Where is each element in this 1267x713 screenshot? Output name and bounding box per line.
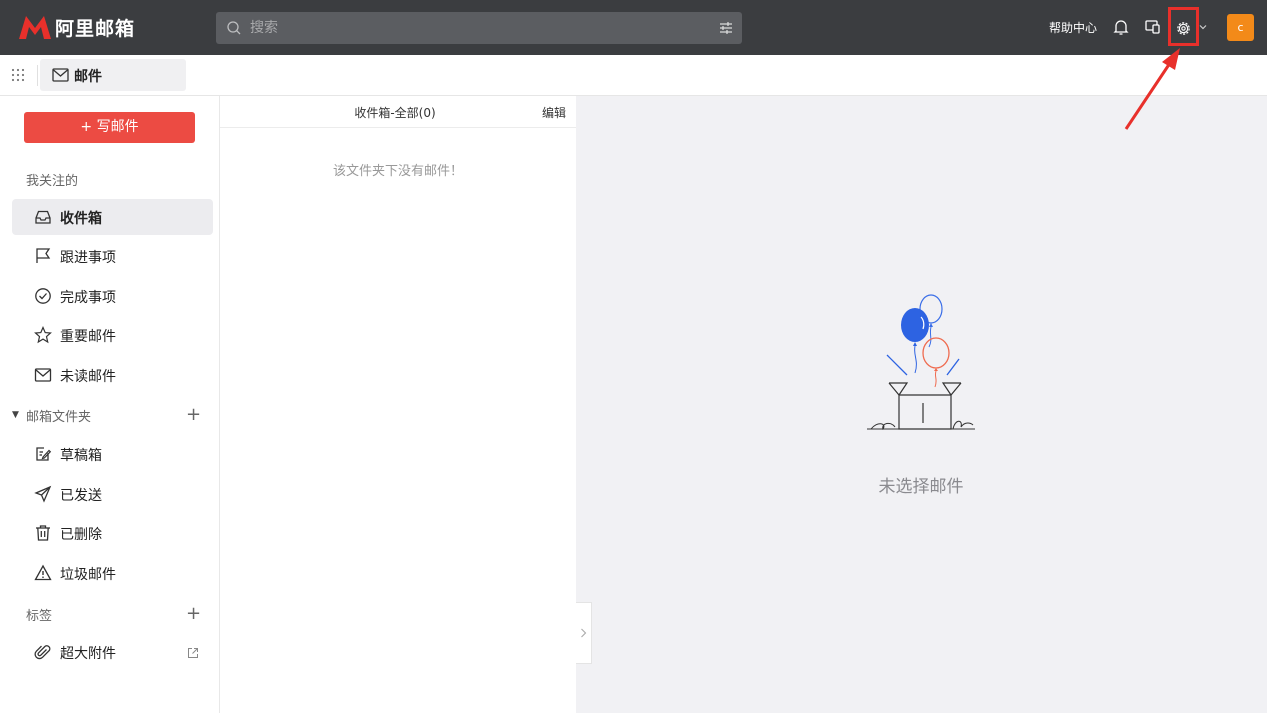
collapse-pane-button[interactable] — [576, 602, 592, 664]
sidebar-item-label: 草稿箱 — [60, 448, 102, 464]
send-icon — [34, 485, 52, 503]
tab-mail[interactable]: 邮件 — [40, 59, 186, 91]
caret-down-icon[interactable]: ▼ — [12, 410, 19, 420]
sidebar-item-large-attachment[interactable]: 超大附件 — [12, 634, 213, 670]
empty-folder-message: 该文件夹下没有邮件！ — [332, 164, 463, 179]
brand-name: 阿里邮箱 — [55, 17, 136, 40]
sidebar-item-label: 重要邮件 — [60, 329, 116, 345]
favorites-section-title: 我关注的 — [26, 174, 79, 189]
trash-icon — [36, 525, 50, 541]
sidebar-item-label: 跟进事项 — [60, 250, 116, 266]
warning-icon — [34, 564, 52, 581]
external-link-icon — [188, 648, 198, 658]
paperclip-icon — [34, 645, 51, 660]
device-icon[interactable] — [1144, 18, 1162, 36]
check-circle-icon — [35, 288, 51, 304]
flag-icon — [36, 248, 51, 263]
compose-button[interactable]: + 写邮件 — [24, 112, 195, 143]
gear-icon[interactable] — [1175, 20, 1192, 37]
help-center-link[interactable]: 帮助中心 — [1049, 19, 1097, 36]
sidebar-item-inbox[interactable]: 收件箱 — [12, 199, 213, 235]
search-icon — [227, 21, 241, 35]
folders-section-title[interactable]: 邮箱文件夹 — [26, 406, 91, 425]
mail-list-panel: 收件箱-全部(0) 编辑 该文件夹下没有邮件！ — [220, 96, 576, 713]
sidebar-item-follow-up[interactable]: 跟进事项 — [12, 238, 213, 274]
sidebar-item-important[interactable]: 重要邮件 — [12, 317, 213, 353]
sidebar-item-label: 已删除 — [60, 527, 102, 543]
sidebar-item-label: 未读邮件 — [60, 369, 116, 385]
tab-mail-label: 邮件 — [74, 69, 102, 85]
sidebar-item-sent[interactable]: 已发送 — [12, 476, 213, 512]
sidebar-item-spam[interactable]: 垃圾邮件 — [12, 555, 213, 591]
top-bar: 阿里邮箱 帮助中心 c — [0, 0, 1267, 55]
add-tag-button[interactable]: + — [186, 605, 201, 623]
empty-box-balloons-illustration — [867, 294, 975, 431]
logo[interactable]: 阿里邮箱 — [18, 13, 135, 41]
sidebar-item-label: 已发送 — [60, 488, 102, 504]
star-icon — [34, 326, 52, 344]
bell-icon[interactable] — [1112, 18, 1130, 36]
envelope-icon — [52, 68, 69, 82]
annotation-arrow-icon — [1124, 48, 1180, 130]
search-input[interactable] — [250, 12, 710, 44]
draft-icon — [36, 447, 52, 461]
filter-settings-icon[interactable] — [718, 20, 734, 36]
sidebar-item-label: 完成事项 — [60, 290, 116, 306]
tags-section-title[interactable]: 标签 — [26, 605, 52, 624]
sidebar-item-label: 超大附件 — [60, 646, 116, 662]
sidebar-item-completed[interactable]: 完成事项 — [12, 278, 213, 314]
search-bar[interactable] — [216, 12, 742, 44]
mail-list-title: 收件箱-全部(0) — [354, 106, 436, 120]
sidebar-item-unread[interactable]: 未读邮件 — [12, 357, 213, 393]
reading-pane: 未选择邮件 — [576, 96, 1267, 713]
edit-button[interactable]: 编辑 — [542, 104, 566, 121]
sidebar-item-drafts[interactable]: 草稿箱 — [12, 436, 213, 472]
chevron-down-icon[interactable] — [1198, 22, 1208, 32]
apps-grid-icon[interactable] — [11, 68, 25, 82]
add-folder-button[interactable]: + — [186, 406, 201, 424]
app-switcher-bar: 邮件 — [0, 55, 1267, 96]
avatar[interactable]: c — [1227, 14, 1254, 41]
sidebar-item-label: 收件箱 — [60, 211, 102, 227]
sidebar-item-deleted[interactable]: 已删除 — [12, 515, 213, 551]
envelope-icon — [34, 368, 52, 382]
divider — [37, 65, 38, 86]
sidebar: + 写邮件 我关注的 收件箱 跟进事项 完成事项 重要邮件 未读邮件 ▼ 邮箱文… — [0, 96, 220, 713]
sidebar-item-label: 垃圾邮件 — [60, 567, 116, 583]
settings-highlight-box[interactable] — [1168, 7, 1199, 46]
chevron-right-icon — [581, 628, 587, 638]
inbox-icon — [35, 210, 51, 224]
mail-list-header: 收件箱-全部(0) 编辑 — [220, 96, 576, 128]
brand-logo-icon — [19, 16, 51, 39]
no-mail-selected-message: 未选择邮件 — [878, 477, 964, 497]
